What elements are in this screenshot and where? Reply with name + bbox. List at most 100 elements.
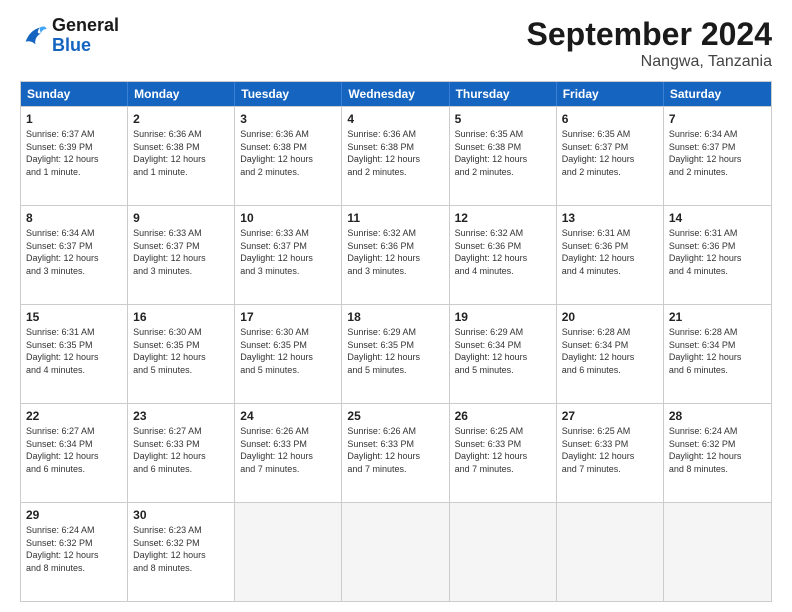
- day-number: 23: [133, 408, 229, 424]
- day-cell-24: 24Sunrise: 6:26 AM Sunset: 6:33 PM Dayli…: [235, 404, 342, 502]
- day-cell-12: 12Sunrise: 6:32 AM Sunset: 6:36 PM Dayli…: [450, 206, 557, 304]
- day-cell-25: 25Sunrise: 6:26 AM Sunset: 6:33 PM Dayli…: [342, 404, 449, 502]
- page: General Blue September 2024 Nangwa, Tanz…: [0, 0, 792, 612]
- day-info: Sunrise: 6:26 AM Sunset: 6:33 PM Dayligh…: [240, 425, 336, 475]
- day-cell-8: 8Sunrise: 6:34 AM Sunset: 6:37 PM Daylig…: [21, 206, 128, 304]
- day-number: 8: [26, 210, 122, 226]
- day-number: 27: [562, 408, 658, 424]
- day-number: 17: [240, 309, 336, 325]
- empty-cell: [450, 503, 557, 601]
- main-title: September 2024: [527, 16, 772, 53]
- subtitle: Nangwa, Tanzania: [527, 53, 772, 71]
- day-info: Sunrise: 6:32 AM Sunset: 6:36 PM Dayligh…: [347, 227, 443, 277]
- day-info: Sunrise: 6:27 AM Sunset: 6:33 PM Dayligh…: [133, 425, 229, 475]
- day-cell-27: 27Sunrise: 6:25 AM Sunset: 6:33 PM Dayli…: [557, 404, 664, 502]
- day-cell-16: 16Sunrise: 6:30 AM Sunset: 6:35 PM Dayli…: [128, 305, 235, 403]
- day-cell-6: 6Sunrise: 6:35 AM Sunset: 6:37 PM Daylig…: [557, 107, 664, 205]
- day-cell-1: 1Sunrise: 6:37 AM Sunset: 6:39 PM Daylig…: [21, 107, 128, 205]
- day-number: 9: [133, 210, 229, 226]
- calendar: SundayMondayTuesdayWednesdayThursdayFrid…: [20, 81, 772, 602]
- day-number: 7: [669, 111, 766, 127]
- day-info: Sunrise: 6:32 AM Sunset: 6:36 PM Dayligh…: [455, 227, 551, 277]
- day-cell-4: 4Sunrise: 6:36 AM Sunset: 6:38 PM Daylig…: [342, 107, 449, 205]
- day-cell-22: 22Sunrise: 6:27 AM Sunset: 6:34 PM Dayli…: [21, 404, 128, 502]
- day-number: 22: [26, 408, 122, 424]
- day-info: Sunrise: 6:36 AM Sunset: 6:38 PM Dayligh…: [347, 128, 443, 178]
- day-number: 30: [133, 507, 229, 523]
- day-info: Sunrise: 6:29 AM Sunset: 6:34 PM Dayligh…: [455, 326, 551, 376]
- day-header-sunday: Sunday: [21, 82, 128, 106]
- day-info: Sunrise: 6:26 AM Sunset: 6:33 PM Dayligh…: [347, 425, 443, 475]
- day-number: 11: [347, 210, 443, 226]
- day-cell-26: 26Sunrise: 6:25 AM Sunset: 6:33 PM Dayli…: [450, 404, 557, 502]
- day-cell-14: 14Sunrise: 6:31 AM Sunset: 6:36 PM Dayli…: [664, 206, 771, 304]
- day-cell-29: 29Sunrise: 6:24 AM Sunset: 6:32 PM Dayli…: [21, 503, 128, 601]
- day-info: Sunrise: 6:36 AM Sunset: 6:38 PM Dayligh…: [240, 128, 336, 178]
- day-info: Sunrise: 6:36 AM Sunset: 6:38 PM Dayligh…: [133, 128, 229, 178]
- day-number: 3: [240, 111, 336, 127]
- day-number: 19: [455, 309, 551, 325]
- week-row-1: 1Sunrise: 6:37 AM Sunset: 6:39 PM Daylig…: [21, 106, 771, 205]
- day-number: 21: [669, 309, 766, 325]
- day-cell-9: 9Sunrise: 6:33 AM Sunset: 6:37 PM Daylig…: [128, 206, 235, 304]
- day-number: 28: [669, 408, 766, 424]
- day-number: 18: [347, 309, 443, 325]
- day-cell-21: 21Sunrise: 6:28 AM Sunset: 6:34 PM Dayli…: [664, 305, 771, 403]
- logo: General Blue: [20, 16, 119, 56]
- empty-cell: [235, 503, 342, 601]
- empty-cell: [664, 503, 771, 601]
- calendar-body: 1Sunrise: 6:37 AM Sunset: 6:39 PM Daylig…: [21, 106, 771, 601]
- empty-cell: [557, 503, 664, 601]
- day-cell-18: 18Sunrise: 6:29 AM Sunset: 6:35 PM Dayli…: [342, 305, 449, 403]
- day-cell-10: 10Sunrise: 6:33 AM Sunset: 6:37 PM Dayli…: [235, 206, 342, 304]
- day-info: Sunrise: 6:28 AM Sunset: 6:34 PM Dayligh…: [669, 326, 766, 376]
- day-info: Sunrise: 6:37 AM Sunset: 6:39 PM Dayligh…: [26, 128, 122, 178]
- day-info: Sunrise: 6:28 AM Sunset: 6:34 PM Dayligh…: [562, 326, 658, 376]
- day-cell-30: 30Sunrise: 6:23 AM Sunset: 6:32 PM Dayli…: [128, 503, 235, 601]
- day-header-monday: Monday: [128, 82, 235, 106]
- day-info: Sunrise: 6:24 AM Sunset: 6:32 PM Dayligh…: [669, 425, 766, 475]
- day-header-thursday: Thursday: [450, 82, 557, 106]
- day-cell-7: 7Sunrise: 6:34 AM Sunset: 6:37 PM Daylig…: [664, 107, 771, 205]
- week-row-2: 8Sunrise: 6:34 AM Sunset: 6:37 PM Daylig…: [21, 205, 771, 304]
- day-cell-11: 11Sunrise: 6:32 AM Sunset: 6:36 PM Dayli…: [342, 206, 449, 304]
- day-number: 6: [562, 111, 658, 127]
- header: General Blue September 2024 Nangwa, Tanz…: [20, 16, 772, 71]
- day-info: Sunrise: 6:35 AM Sunset: 6:37 PM Dayligh…: [562, 128, 658, 178]
- day-number: 20: [562, 309, 658, 325]
- day-number: 29: [26, 507, 122, 523]
- day-cell-5: 5Sunrise: 6:35 AM Sunset: 6:38 PM Daylig…: [450, 107, 557, 205]
- day-info: Sunrise: 6:34 AM Sunset: 6:37 PM Dayligh…: [26, 227, 122, 277]
- day-header-tuesday: Tuesday: [235, 82, 342, 106]
- title-section: September 2024 Nangwa, Tanzania: [527, 16, 772, 71]
- day-number: 24: [240, 408, 336, 424]
- logo-text-general: General: [52, 16, 119, 36]
- day-number: 1: [26, 111, 122, 127]
- day-number: 12: [455, 210, 551, 226]
- day-number: 10: [240, 210, 336, 226]
- week-row-5: 29Sunrise: 6:24 AM Sunset: 6:32 PM Dayli…: [21, 502, 771, 601]
- week-row-3: 15Sunrise: 6:31 AM Sunset: 6:35 PM Dayli…: [21, 304, 771, 403]
- day-cell-13: 13Sunrise: 6:31 AM Sunset: 6:36 PM Dayli…: [557, 206, 664, 304]
- day-info: Sunrise: 6:23 AM Sunset: 6:32 PM Dayligh…: [133, 524, 229, 574]
- day-number: 16: [133, 309, 229, 325]
- day-number: 13: [562, 210, 658, 226]
- day-header-saturday: Saturday: [664, 82, 771, 106]
- day-cell-23: 23Sunrise: 6:27 AM Sunset: 6:33 PM Dayli…: [128, 404, 235, 502]
- day-cell-15: 15Sunrise: 6:31 AM Sunset: 6:35 PM Dayli…: [21, 305, 128, 403]
- calendar-header: SundayMondayTuesdayWednesdayThursdayFrid…: [21, 82, 771, 106]
- day-cell-19: 19Sunrise: 6:29 AM Sunset: 6:34 PM Dayli…: [450, 305, 557, 403]
- day-info: Sunrise: 6:33 AM Sunset: 6:37 PM Dayligh…: [133, 227, 229, 277]
- day-number: 14: [669, 210, 766, 226]
- day-info: Sunrise: 6:30 AM Sunset: 6:35 PM Dayligh…: [240, 326, 336, 376]
- day-number: 4: [347, 111, 443, 127]
- day-cell-28: 28Sunrise: 6:24 AM Sunset: 6:32 PM Dayli…: [664, 404, 771, 502]
- day-info: Sunrise: 6:34 AM Sunset: 6:37 PM Dayligh…: [669, 128, 766, 178]
- day-info: Sunrise: 6:24 AM Sunset: 6:32 PM Dayligh…: [26, 524, 122, 574]
- day-cell-2: 2Sunrise: 6:36 AM Sunset: 6:38 PM Daylig…: [128, 107, 235, 205]
- day-header-wednesday: Wednesday: [342, 82, 449, 106]
- logo-text-blue: Blue: [52, 36, 119, 56]
- day-info: Sunrise: 6:30 AM Sunset: 6:35 PM Dayligh…: [133, 326, 229, 376]
- day-info: Sunrise: 6:31 AM Sunset: 6:36 PM Dayligh…: [562, 227, 658, 277]
- week-row-4: 22Sunrise: 6:27 AM Sunset: 6:34 PM Dayli…: [21, 403, 771, 502]
